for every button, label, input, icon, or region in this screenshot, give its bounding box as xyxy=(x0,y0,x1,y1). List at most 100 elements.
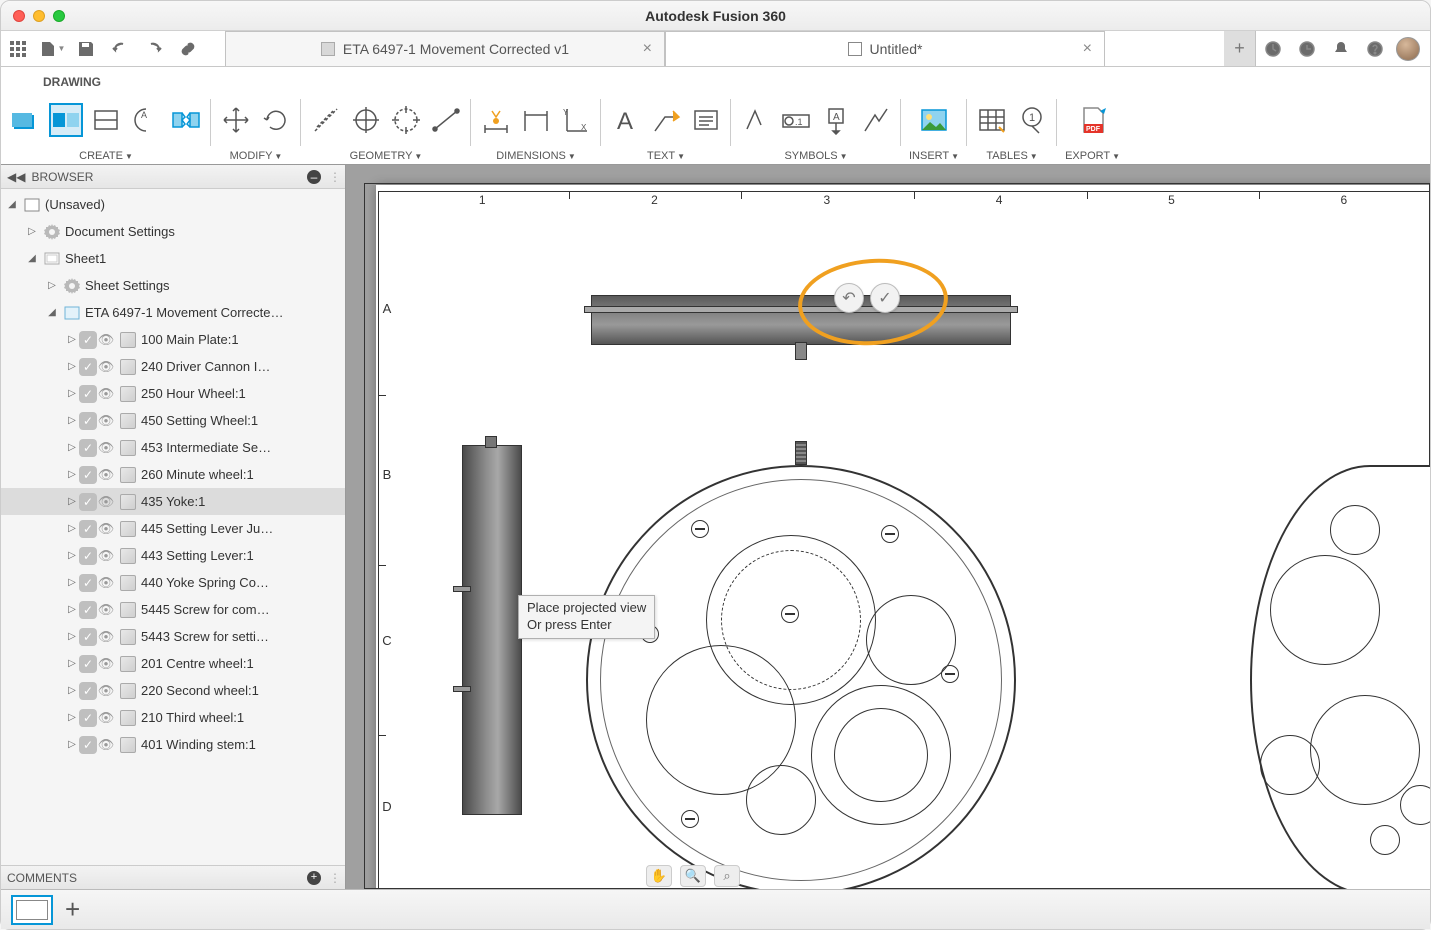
visibility-checkbox[interactable]: ✓ xyxy=(79,682,97,700)
tree-component-item[interactable]: ▷✓👁5445 Screw for com… xyxy=(1,596,345,623)
left-projection-view[interactable] xyxy=(462,445,522,815)
tree-reference[interactable]: ◢ ETA 6497-1 Movement Correcte… xyxy=(1,299,345,326)
eye-icon[interactable]: 👁 xyxy=(97,737,115,753)
eye-icon[interactable]: 👁 xyxy=(97,386,115,402)
ribbon-group-label[interactable]: MODIFY▼ xyxy=(230,148,283,164)
disclosure-icon[interactable]: ▷ xyxy=(65,712,79,723)
feature-control-icon[interactable]: .1 xyxy=(779,103,813,137)
visibility-checkbox[interactable]: ✓ xyxy=(79,385,97,403)
tree-component-item[interactable]: ▷✓👁260 Minute wheel:1 xyxy=(1,461,345,488)
tree-sheet-settings[interactable]: ▷ Sheet Settings xyxy=(1,272,345,299)
leader-icon[interactable] xyxy=(649,103,683,137)
tree-component-item[interactable]: ▷✓👁401 Winding stem:1 xyxy=(1,731,345,758)
disclosure-icon[interactable]: ▷ xyxy=(65,550,79,561)
tree-sheet[interactable]: ◢ Sheet1 xyxy=(1,245,345,272)
tree-component-item[interactable]: ▷✓👁100 Main Plate:1 xyxy=(1,326,345,353)
eye-icon[interactable]: 👁 xyxy=(97,467,115,483)
link-icon[interactable] xyxy=(171,31,205,66)
new-tab-button[interactable]: + xyxy=(1224,31,1256,66)
zoom-icon[interactable]: 🔍 xyxy=(680,865,706,887)
visibility-checkbox[interactable]: ✓ xyxy=(79,709,97,727)
disclosure-icon[interactable]: ▷ xyxy=(65,496,79,507)
visibility-checkbox[interactable]: ✓ xyxy=(79,493,97,511)
table-icon[interactable] xyxy=(975,103,1009,137)
base-view[interactable] xyxy=(586,465,1016,889)
surface-texture-icon[interactable] xyxy=(739,103,773,137)
visibility-checkbox[interactable]: ✓ xyxy=(79,655,97,673)
tree-root[interactable]: ◢ (Unsaved) xyxy=(1,191,345,218)
tree-component-item[interactable]: ▷✓👁5443 Screw for setti… xyxy=(1,623,345,650)
zoom-window-icon[interactable]: ⌕ xyxy=(714,865,740,887)
add-sheet-button[interactable]: + xyxy=(65,894,80,925)
ribbon-group-label[interactable]: SYMBOLS▼ xyxy=(784,148,847,164)
grip-icon[interactable]: ⋮ xyxy=(329,170,341,184)
disclosure-icon[interactable]: ◢ xyxy=(25,253,39,264)
ribbon-tab-label[interactable]: DRAWING xyxy=(43,75,101,89)
grip-icon[interactable]: ⋮ xyxy=(329,871,341,885)
ribbon-group-label[interactable]: EXPORT▼ xyxy=(1065,148,1120,164)
balloon-icon[interactable]: 1 xyxy=(1015,103,1049,137)
eye-icon[interactable]: 👁 xyxy=(97,602,115,618)
insert-image-icon[interactable] xyxy=(917,103,951,137)
disclosure-icon[interactable]: ▷ xyxy=(65,415,79,426)
comments-header[interactable]: COMMENTS + ⋮ xyxy=(1,865,345,889)
eye-icon[interactable]: 👁 xyxy=(97,548,115,564)
ribbon-group-label[interactable]: CREATE▼ xyxy=(79,148,133,164)
rotate-icon[interactable] xyxy=(259,103,293,137)
visibility-checkbox[interactable]: ✓ xyxy=(79,574,97,592)
center-mark-icon[interactable] xyxy=(349,103,383,137)
tree-component-item[interactable]: ▷✓👁210 Third wheel:1 xyxy=(1,704,345,731)
tree-component-item[interactable]: ▷✓👁435 Yoke:1 xyxy=(1,488,345,515)
disclosure-icon[interactable]: ▷ xyxy=(65,739,79,750)
file-menu-button[interactable]: ▼ xyxy=(35,31,69,66)
visibility-checkbox[interactable]: ✓ xyxy=(79,466,97,484)
eye-icon[interactable]: 👁 xyxy=(97,710,115,726)
centerline-icon[interactable] xyxy=(309,103,343,137)
disclosure-icon[interactable]: ▷ xyxy=(45,280,59,291)
ribbon-group-label[interactable]: TEXT▼ xyxy=(647,148,685,164)
projected-view-icon[interactable] xyxy=(49,103,83,137)
visibility-checkbox[interactable]: ✓ xyxy=(79,628,97,646)
view-confirm-button[interactable]: ✓ xyxy=(870,283,900,313)
tree-component-item[interactable]: ▷✓👁240 Driver Cannon I… xyxy=(1,353,345,380)
document-tab[interactable]: ETA 6497-1 Movement Corrected v1 × xyxy=(225,31,665,66)
eye-icon[interactable]: 👁 xyxy=(97,629,115,645)
visibility-checkbox[interactable]: ✓ xyxy=(79,547,97,565)
eye-icon[interactable]: 👁 xyxy=(97,683,115,699)
tree-component-item[interactable]: ▷✓👁453 Intermediate Se… xyxy=(1,434,345,461)
close-tab-icon[interactable]: × xyxy=(643,40,652,58)
browser-header[interactable]: ◀◀ BROWSER – ⋮ xyxy=(1,165,345,189)
ribbon-group-label[interactable]: TABLES▼ xyxy=(986,148,1037,164)
visibility-checkbox[interactable]: ✓ xyxy=(79,358,97,376)
datum-icon[interactable]: A xyxy=(819,103,853,137)
add-comment-icon[interactable]: + xyxy=(307,871,321,885)
eye-icon[interactable]: 👁 xyxy=(97,494,115,510)
break-view-icon[interactable] xyxy=(169,103,203,137)
disclosure-icon[interactable]: ▷ xyxy=(65,388,79,399)
tree-component-item[interactable]: ▷✓👁443 Setting Lever:1 xyxy=(1,542,345,569)
disclosure-icon[interactable]: ▷ xyxy=(65,631,79,642)
base-view-icon[interactable] xyxy=(9,103,43,137)
bend-icon[interactable] xyxy=(859,103,893,137)
undo-button[interactable] xyxy=(103,31,137,66)
minimize-panel-icon[interactable]: – xyxy=(307,170,321,184)
visibility-checkbox[interactable]: ✓ xyxy=(79,736,97,754)
view-undo-button[interactable]: ↶ xyxy=(834,283,864,313)
move-icon[interactable] xyxy=(219,103,253,137)
help-icon[interactable] xyxy=(1358,40,1392,58)
export-pdf-icon[interactable]: PDF xyxy=(1076,103,1110,137)
disclosure-icon[interactable]: ▷ xyxy=(25,226,39,237)
disclosure-icon[interactable]: ▷ xyxy=(65,658,79,669)
tree-component-item[interactable]: ▷✓👁220 Second wheel:1 xyxy=(1,677,345,704)
close-tab-icon[interactable]: × xyxy=(1083,40,1092,58)
job-status-icon[interactable] xyxy=(1290,40,1324,58)
save-button[interactable] xyxy=(69,31,103,66)
apps-grid-icon[interactable] xyxy=(1,31,35,66)
disclosure-icon[interactable]: ▷ xyxy=(65,577,79,588)
detail-view-icon[interactable]: A xyxy=(129,103,163,137)
disclosure-icon[interactable]: ▷ xyxy=(65,361,79,372)
disclosure-icon[interactable]: ▷ xyxy=(65,469,79,480)
ribbon-group-label[interactable]: INSERT▼ xyxy=(909,148,959,164)
tree-component-item[interactable]: ▷✓👁250 Hour Wheel:1 xyxy=(1,380,345,407)
note-icon[interactable] xyxy=(689,103,723,137)
